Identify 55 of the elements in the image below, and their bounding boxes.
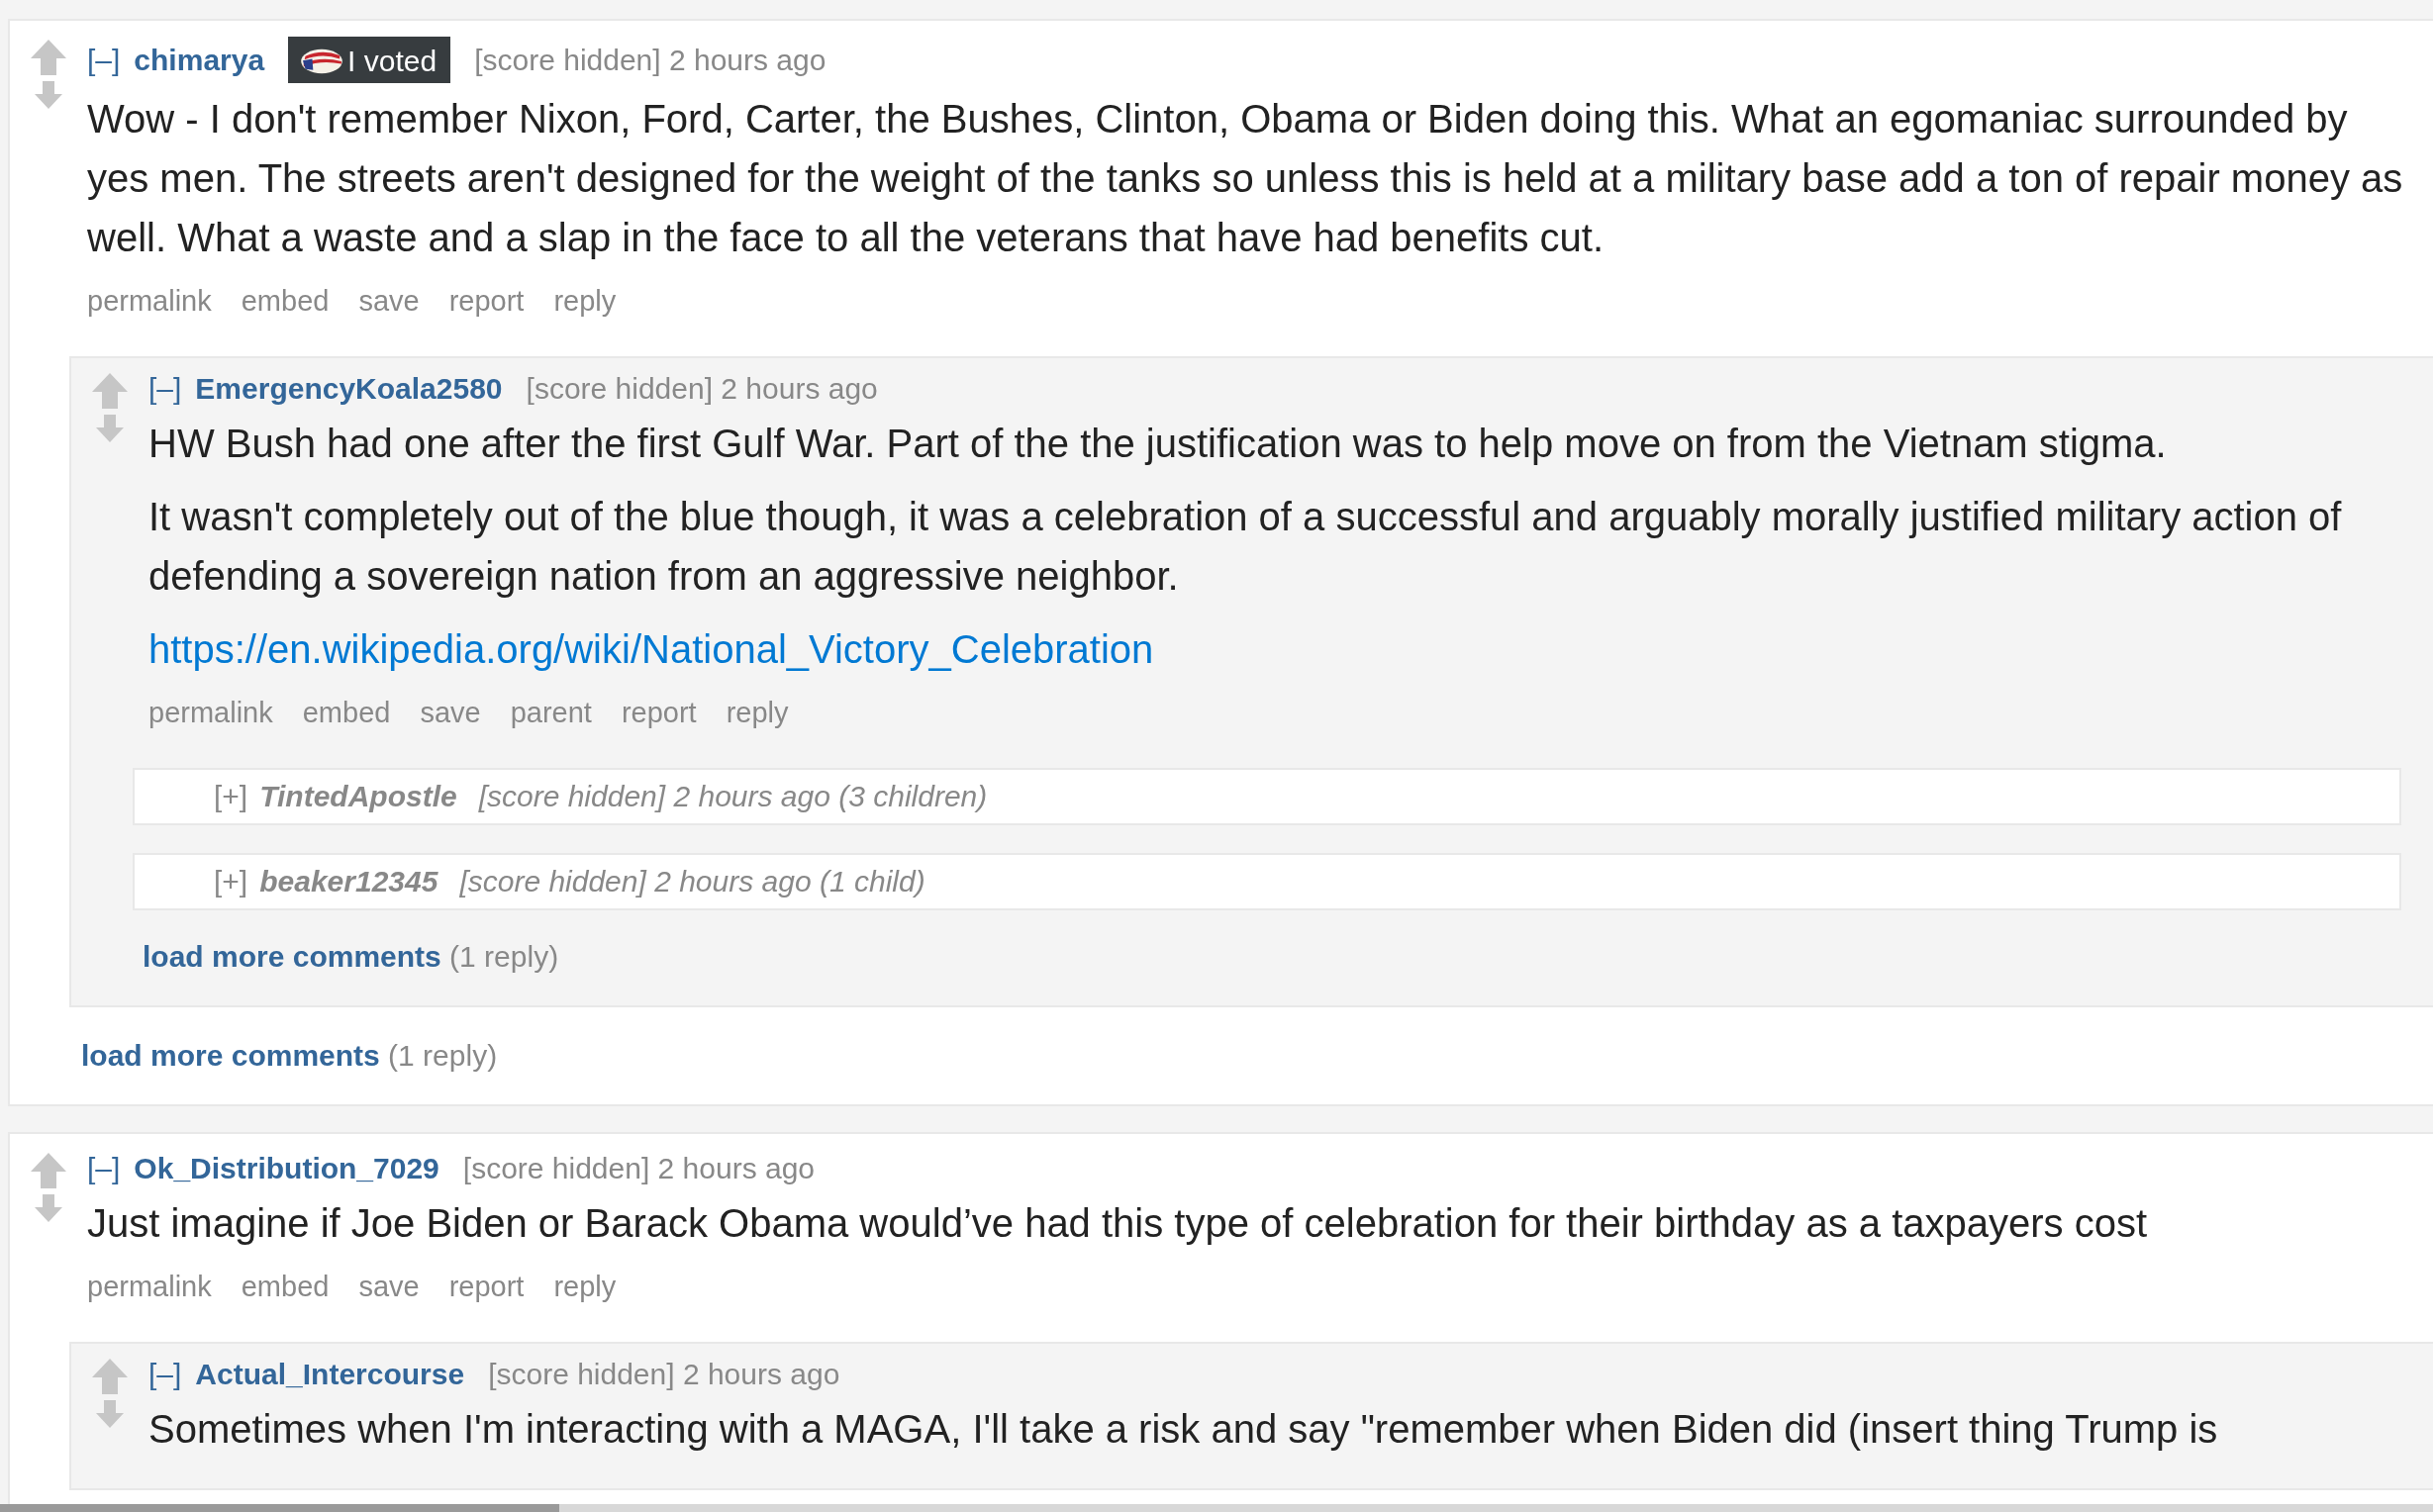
comment-text: Wow - I don't remember Nixon, Ford, Carter, the Bushes, Clinton, Obama or Biden doing this. What an egomaniac surrounded by yes men. The streets aren't designed for the weight of the tanks so unless this is held at a military base add a ton of repair money as well. What a waste and a slap in the face to all the veterans that have had benefits cut. <box>87 96 2404 261</box>
upvote-icon[interactable] <box>91 1358 129 1395</box>
action-link[interactable]: embed <box>302 695 391 730</box>
expand-toggle[interactable]: [+] <box>214 780 248 813</box>
upvote-icon[interactable] <box>30 1152 67 1189</box>
downvote-icon[interactable] <box>95 1399 125 1429</box>
action-link[interactable]: permalink <box>87 283 212 319</box>
comment-meta: [score hidden] 2 hours ago (3 children) <box>478 780 988 813</box>
flair-text: I voted <box>347 44 438 79</box>
sticker-icon <box>300 48 344 74</box>
upvote-icon[interactable] <box>91 372 129 410</box>
author-name[interactable]: TintedApostle <box>259 780 457 813</box>
action-link[interactable]: save <box>420 695 481 730</box>
action-link[interactable]: report <box>621 695 697 730</box>
downvote-icon[interactable] <box>95 414 125 443</box>
expand-toggle[interactable]: [+] <box>214 865 248 898</box>
comment-meta: [score hidden] 2 hours ago <box>474 42 827 78</box>
action-link[interactable]: permalink <box>87 1269 212 1304</box>
action-link[interactable]: reply <box>553 1269 617 1304</box>
reply-count: (1 reply) <box>388 1039 498 1072</box>
action-link[interactable]: reply <box>726 695 789 730</box>
load-more-link[interactable]: load more comments <box>143 940 441 973</box>
comment-meta: [score hidden] 2 hours ago <box>488 1357 840 1392</box>
action-link[interactable]: permalink <box>148 695 273 730</box>
action-link[interactable]: embed <box>241 1269 330 1304</box>
downvote-icon[interactable] <box>34 80 63 110</box>
reply-count: (1 reply) <box>449 940 559 973</box>
load-more-link[interactable]: load more comments <box>81 1039 380 1072</box>
collapse-toggle[interactable]: [–] <box>148 1356 182 1393</box>
upvote-icon[interactable] <box>30 39 67 76</box>
author-name[interactable]: chimarya <box>134 41 265 79</box>
author-name[interactable]: EmergencyKoala2580 <box>195 370 503 408</box>
collapse-toggle[interactable]: [–] <box>148 370 182 408</box>
action-link[interactable]: reply <box>553 283 617 319</box>
author-name[interactable]: Actual_Intercourse <box>195 1356 465 1393</box>
comment-text: Just imagine if Joe Biden or Barack Obama would’ve had this type of celebration for their birthday as a taxpayers cost <box>87 1200 2149 1247</box>
author-name[interactable]: Ok_Distribution_7029 <box>134 1150 439 1187</box>
horizontal-scrollbar[interactable] <box>0 1504 2433 1512</box>
action-link[interactable]: report <box>448 283 525 319</box>
comment-text: HW Bush had one after the first Gulf War. Part of the the justification was to help move on from the Vietnam stigma. <box>148 421 2168 467</box>
comment-meta: [score hidden] 2 hours ago <box>462 1151 816 1186</box>
action-link[interactable]: save <box>358 283 420 319</box>
comment-meta: [score hidden] 2 hours ago (1 child) <box>459 865 925 898</box>
author-name[interactable]: beaker12345 <box>259 865 438 898</box>
downvote-icon[interactable] <box>34 1193 63 1223</box>
comment-meta: [score hidden] 2 hours ago <box>526 371 878 407</box>
comment-text: It wasn't completely out of the blue though, it was a celebration of a successful and arguably morally justified military action of defending a sovereign nation from an aggressive neighbor. <box>148 494 2343 600</box>
comment-text: Sometimes when I'm interacting with a MAGA, I'll take a risk and say "remember when Biden did (insert thing Trump is <box>148 1406 2219 1453</box>
action-link[interactable]: save <box>358 1269 420 1304</box>
collapse-toggle[interactable]: [–] <box>87 1150 121 1187</box>
action-link[interactable]: parent <box>510 695 592 730</box>
link[interactable]: https://en.wikipedia.org/wiki/National_Victory_Celebration <box>148 627 1154 671</box>
action-link[interactable]: embed <box>241 283 330 319</box>
action-link[interactable]: report <box>448 1269 525 1304</box>
collapse-toggle[interactable]: [–] <box>87 41 121 79</box>
